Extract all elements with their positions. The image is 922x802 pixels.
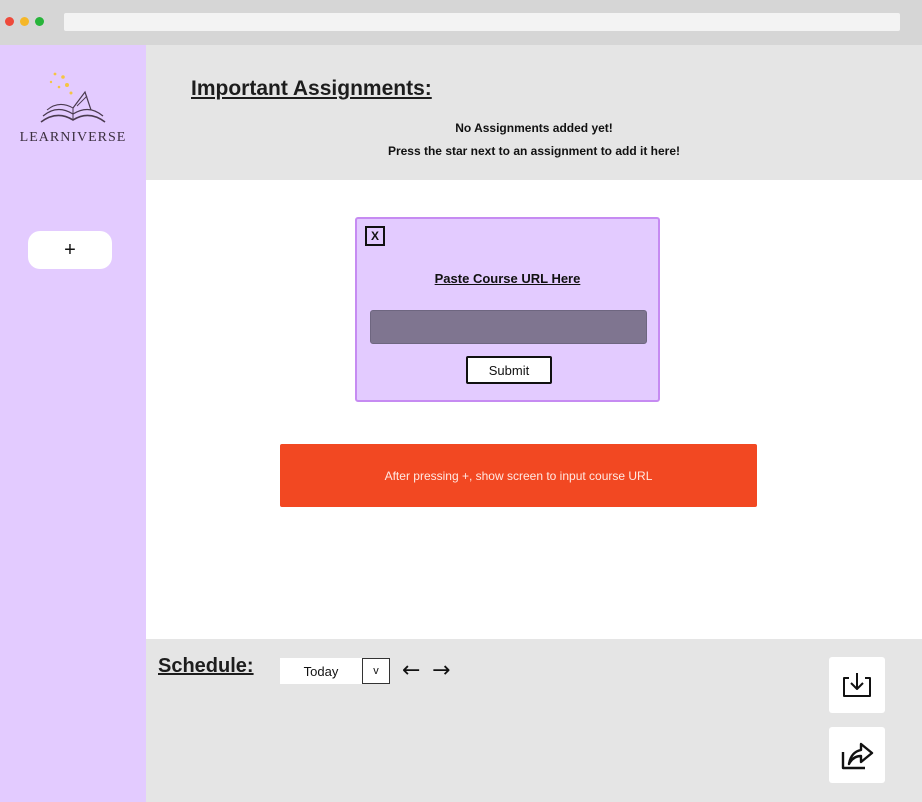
logo-wordmark: LEARNIVERSE [19, 130, 127, 145]
assignments-empty-hint: Press the star next to an assignment to … [387, 144, 681, 158]
schedule-panel: Schedule: Today v ← → [146, 639, 922, 802]
add-course-button[interactable]: + [28, 231, 112, 269]
important-assignments-panel: Important Assignments: No Assignments ad… [146, 45, 922, 180]
browser-chrome [0, 0, 922, 45]
next-day-button[interactable]: → [432, 659, 450, 683]
date-range-value[interactable]: Today [280, 658, 362, 684]
date-range-select[interactable]: Today v [280, 658, 392, 684]
design-annotation-note: After pressing +, show screen to input c… [280, 444, 757, 507]
assignments-heading: Important Assignments: [191, 77, 432, 100]
close-dialog-button[interactable]: X [365, 226, 385, 246]
previous-day-button[interactable]: ← [402, 659, 420, 683]
add-course-dialog: X Paste Course URL Here Submit [355, 217, 660, 402]
share-arrow-icon [841, 742, 874, 770]
open-book-logo-icon [40, 72, 106, 123]
schedule-heading: Schedule: [158, 655, 254, 677]
dialog-title: Paste Course URL Here [434, 271, 581, 286]
course-url-input[interactable] [370, 310, 647, 344]
chevron-down-icon[interactable]: v [362, 658, 390, 684]
window-maximize-dot[interactable] [35, 17, 44, 26]
window-close-dot[interactable] [5, 17, 14, 26]
download-tray-icon [843, 673, 871, 697]
window-minimize-dot[interactable] [20, 17, 29, 26]
assignments-empty-message: No Assignments added yet! [455, 121, 613, 135]
sidebar: LEARNIVERSE + [0, 45, 146, 802]
address-bar[interactable] [64, 13, 900, 31]
import-button[interactable] [829, 657, 885, 713]
app-logo[interactable]: LEARNIVERSE [15, 70, 131, 160]
share-button[interactable] [829, 727, 885, 783]
submit-button[interactable]: Submit [466, 356, 552, 384]
